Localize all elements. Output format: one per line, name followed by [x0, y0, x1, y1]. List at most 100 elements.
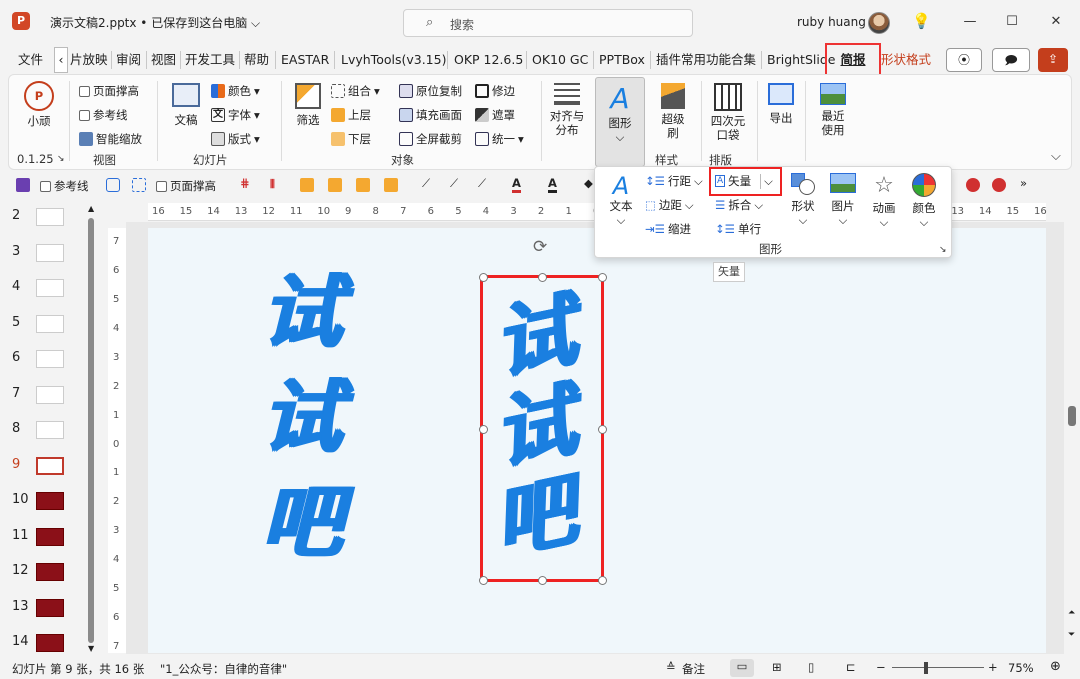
zoom-out-icon[interactable]: −	[876, 660, 886, 674]
notes-button[interactable]: 备注	[682, 661, 705, 677]
smart-zoom-button[interactable]: 智能缩放	[79, 131, 142, 147]
tab-eastar[interactable]: EASTAR	[281, 46, 329, 74]
lightbulb-icon[interactable]: 💡	[912, 12, 931, 30]
indent-button[interactable]: ⇥☰ 缩进	[645, 221, 691, 237]
super-brush-button[interactable]: 超级刷	[653, 83, 693, 140]
collapse-ribbon-icon[interactable]: ⌵	[1051, 149, 1061, 164]
tab-review[interactable]: 审阅	[116, 46, 141, 74]
zoom-in-icon[interactable]: +	[988, 660, 998, 674]
tab-file[interactable]: 文件	[18, 46, 43, 74]
guides-checkbox[interactable]: 参考线	[79, 107, 128, 123]
avatar[interactable]	[868, 12, 890, 34]
text-button[interactable]: A 文本 ⌵	[603, 173, 639, 227]
save-icon[interactable]	[16, 178, 30, 192]
recent-button[interactable]: 最近使用	[811, 83, 855, 137]
right-scrollbar[interactable]	[1068, 222, 1080, 654]
chevron-down-icon[interactable]: ⌵	[760, 173, 773, 189]
left-text-line-1[interactable]: 试	[262, 265, 342, 360]
mask-button[interactable]: 遮罩	[475, 107, 515, 123]
slide-sorter-icon[interactable]: ⊞	[772, 660, 782, 674]
slide-thumbnail[interactable]	[36, 456, 64, 475]
page-stretch-checkbox[interactable]: 页面撑高	[79, 83, 139, 99]
slide-thumbnail[interactable]	[36, 492, 64, 510]
qat-eyedropper-icon-2[interactable]: ⟋	[450, 176, 458, 191]
search-box[interactable]: ⌕ 搜索	[403, 9, 693, 37]
shape-insert-button[interactable]: 形状 ⌵	[787, 173, 819, 227]
qat-eyedropper-icon-3[interactable]: ⟋	[478, 176, 486, 191]
slide-thumbnail[interactable]	[36, 634, 64, 652]
slide-thumbnail[interactable]	[36, 563, 64, 581]
tab-slideshow[interactable]: 片放映	[70, 46, 108, 74]
zoom-slider-thumb[interactable]	[924, 662, 928, 674]
line-spacing-button[interactable]: ↕☰ 行距 ⌵	[645, 173, 703, 189]
slide-thumbnail[interactable]	[36, 421, 64, 439]
shape-button[interactable]: A 图形 ⌵	[595, 77, 645, 167]
picture-button[interactable]: 图片 ⌵	[827, 173, 859, 227]
resize-handle[interactable]	[479, 273, 488, 282]
qat-eyedropper-icon-1[interactable]: ⟋	[422, 176, 430, 191]
tab-okp[interactable]: OKP 12.6.5	[454, 46, 523, 74]
qat-color-icon-2[interactable]	[992, 178, 1006, 192]
slide-thumbnail[interactable]	[36, 598, 64, 617]
user-name[interactable]: ruby huang	[797, 15, 866, 29]
reading-view-icon[interactable]: ▯	[808, 660, 814, 674]
resize-handle[interactable]	[598, 425, 607, 434]
tab-scroll-left[interactable]: ‹	[54, 47, 68, 73]
qat-more-icon[interactable]: »	[1020, 176, 1027, 190]
qat-object-icon-4[interactable]	[384, 178, 398, 192]
normal-view-icon[interactable]: ▭	[730, 659, 754, 677]
zoom-slider[interactable]	[892, 667, 984, 668]
record-button[interactable]: ⦿	[946, 48, 982, 72]
trim-edge-button[interactable]: 修边	[475, 83, 515, 99]
send-backward-button[interactable]: 下层	[331, 131, 371, 147]
slide-info[interactable]: 幻灯片 第 9 张，共 16 张	[12, 661, 144, 677]
left-text-line-2[interactable]: 试	[262, 370, 342, 465]
slide-thumbnail[interactable]	[36, 527, 64, 546]
slide-thumbnail[interactable]	[36, 385, 64, 404]
left-text-line-3[interactable]: 吧	[262, 475, 342, 570]
qat-highlight-icon[interactable]: A	[548, 176, 557, 193]
tab-pptbox[interactable]: PPTBox	[599, 46, 645, 74]
powerpoint-app-icon[interactable]: P	[12, 12, 30, 30]
tab-shape-format[interactable]: 形状格式	[881, 46, 931, 74]
dialog-launcher-icon[interactable]: ↘	[57, 154, 65, 164]
slide-thumbnail[interactable]	[36, 243, 64, 262]
unify-button[interactable]: 统一 ▾	[475, 131, 524, 147]
resize-handle[interactable]	[479, 425, 488, 434]
tab-jianbao[interactable]: 简报	[825, 43, 881, 77]
share-button[interactable]: ⇪	[1038, 48, 1068, 72]
qat-object-icon-3[interactable]	[356, 178, 370, 192]
close-button[interactable]: ✕	[1036, 8, 1076, 36]
selection-box[interactable]	[480, 275, 604, 582]
layout-button[interactable]: 版式 ▾	[211, 131, 260, 147]
qat-color-icon-1[interactable]	[966, 178, 980, 192]
document-button[interactable]: 文稿	[169, 83, 203, 127]
copy-in-place-button[interactable]: 原位复制	[399, 83, 462, 99]
qat-textbox-icon[interactable]	[132, 178, 146, 192]
dialog-launcher-icon[interactable]: ↘	[939, 245, 947, 255]
qat-guides-icon[interactable]: ⋕	[240, 176, 250, 190]
slide-thumbnail[interactable]	[36, 208, 64, 226]
single-line-button[interactable]: ↕☰ 单行	[715, 221, 761, 237]
rotate-handle-icon[interactable]: ⟳	[533, 237, 547, 257]
slideshow-icon[interactable]: ⊏	[846, 660, 856, 674]
qat-page-stretch-checkbox[interactable]: 页面撑高	[156, 178, 216, 194]
qat-guides-checkbox[interactable]: 参考线	[40, 178, 89, 194]
vector-button[interactable]: A 矢量 ⌵	[715, 173, 773, 189]
qat-object-icon-1[interactable]	[300, 178, 314, 192]
slide-thumbnail[interactable]	[36, 350, 64, 368]
qat-rectangle-icon[interactable]	[106, 178, 120, 192]
animation-button[interactable]: ☆ 动画 ⌵	[867, 173, 901, 229]
resize-handle[interactable]	[538, 576, 547, 585]
slide-thumbnail[interactable]	[36, 279, 64, 297]
split-merge-button[interactable]: ☰ 拆合 ⌵	[715, 197, 763, 213]
color-button[interactable]: 颜色 ▾	[211, 83, 260, 99]
resize-handle[interactable]	[598, 273, 607, 282]
next-slide-icon[interactable]: ⏷	[1068, 630, 1075, 640]
bring-forward-button[interactable]: 上层	[331, 107, 371, 123]
fullscreen-crop-button[interactable]: 全屏截剪	[399, 131, 462, 147]
font-button[interactable]: 文字体 ▾	[211, 107, 260, 123]
thumbnail-scrollbar[interactable]	[88, 218, 94, 643]
tab-developer[interactable]: 开发工具	[185, 46, 235, 74]
margin-button[interactable]: ⬚ 边距 ⌵	[645, 197, 694, 213]
